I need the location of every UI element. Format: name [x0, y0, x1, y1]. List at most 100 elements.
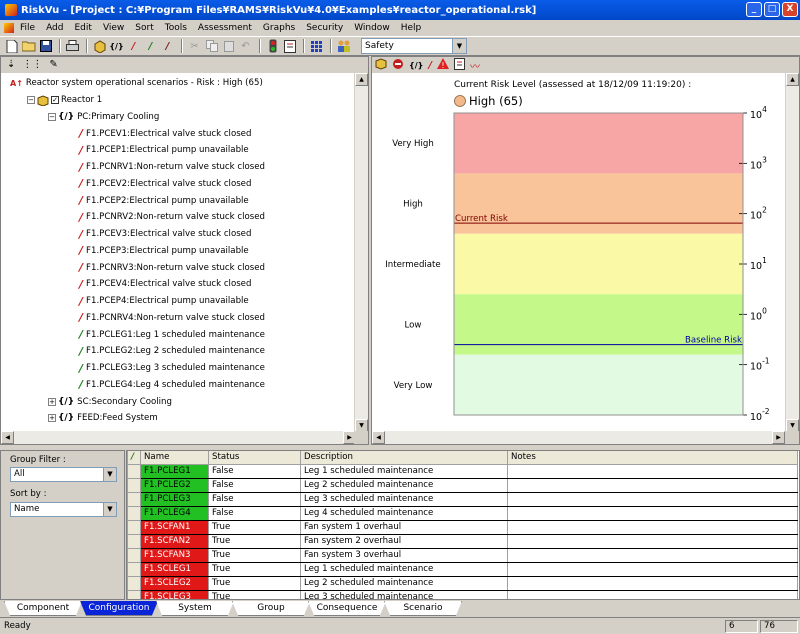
cell-notes[interactable] — [507, 519, 798, 535]
cell-notes[interactable] — [507, 477, 798, 493]
component-icon[interactable] — [375, 57, 387, 73]
collapse-icon[interactable]: − — [48, 112, 56, 121]
tree-grid-icon[interactable]: ⋮⋮ — [22, 59, 42, 70]
menu-edit[interactable]: Edit — [75, 23, 92, 33]
cell-name[interactable]: F1.SCLEG2 — [140, 575, 209, 591]
menu-sort[interactable]: Sort — [135, 23, 153, 33]
cell-name[interactable]: F1.SCFAN2 — [140, 533, 209, 549]
table-row[interactable]: F1.SCLEG3 True Leg 3 scheduled maintenance — [127, 589, 798, 599]
cell-description[interactable]: Fan system 1 overhaul — [300, 519, 508, 535]
report-icon[interactable] — [282, 39, 297, 54]
row-header-cell[interactable] — [127, 533, 141, 549]
tree-group-node[interactable]: − ✓ Reactor 1 — [1, 92, 356, 109]
tree-item[interactable]: / F1.PCNRV2:Non-return valve stuck closed — [1, 209, 356, 226]
tree-item[interactable]: / F1.PCLEG3:Leg 3 scheduled maintenance — [1, 360, 356, 377]
table-row[interactable]: F1.SCLEG1 True Leg 1 scheduled maintenance — [127, 561, 798, 577]
cell-status[interactable]: False — [208, 463, 301, 479]
tree-item[interactable]: / F1.PCNRV4:Non-return valve stuck closed — [1, 310, 356, 327]
tree-horizontal-scrollbar[interactable]: ◀ ▶ — [1, 431, 356, 444]
close-button[interactable]: X — [782, 2, 798, 17]
cell-name[interactable]: F1.PCLEG1 — [140, 463, 209, 479]
menu-window[interactable]: Window — [354, 23, 390, 33]
tree-edit-icon[interactable]: ✎ — [49, 59, 57, 70]
undo-icon[interactable]: ↶ — [238, 39, 253, 54]
failure-dark-icon[interactable]: / — [160, 39, 175, 54]
warning-icon[interactable]: ! — [436, 58, 449, 72]
menu-tools[interactable]: Tools — [165, 23, 187, 33]
table-row[interactable]: F1.PCLEG3 False Leg 3 scheduled maintenanc… — [127, 491, 798, 507]
column-header-description[interactable]: Description — [300, 451, 508, 465]
cell-description[interactable]: Fan system 3 overhaul — [300, 547, 508, 563]
maintenance-green-icon[interactable]: / — [143, 39, 158, 54]
menu-view[interactable]: View — [103, 23, 124, 33]
tree-item[interactable]: / F1.PCLEG4:Leg 4 scheduled maintenance — [1, 377, 356, 394]
row-header-cell[interactable] — [127, 505, 141, 521]
row-header-cell[interactable] — [127, 463, 141, 479]
cell-description[interactable]: Leg 1 scheduled maintenance — [300, 463, 508, 479]
cell-status[interactable]: True — [208, 561, 301, 577]
cell-name[interactable]: F1.SCLEG3 — [140, 589, 209, 599]
maximize-button[interactable]: □ — [764, 2, 780, 17]
cell-description[interactable]: Leg 3 scheduled maintenance — [300, 589, 508, 599]
cell-status[interactable]: False — [208, 491, 301, 507]
scroll-left-icon[interactable]: ◀ — [372, 431, 385, 444]
table-row[interactable]: F1.PCLEG1 False Leg 1 scheduled maintenanc… — [127, 463, 798, 479]
table-row[interactable]: F1.SCFAN1 True Fan system 1 overhaul — [127, 519, 798, 535]
users-icon[interactable] — [336, 39, 351, 54]
column-header-name[interactable]: Name — [140, 451, 209, 465]
tab-group[interactable]: Group — [232, 601, 310, 616]
cell-notes[interactable] — [507, 575, 798, 591]
scroll-up-icon[interactable]: ▲ — [786, 73, 799, 86]
cell-notes[interactable] — [507, 589, 798, 599]
tree-item[interactable]: / F1.PCEP1:Electrical pump unavailable — [1, 142, 356, 159]
cell-status[interactable]: True — [208, 547, 301, 563]
row-header-cell[interactable] — [127, 491, 141, 507]
tree-item[interactable]: / F1.PCNRV1:Non-return valve stuck closed — [1, 159, 356, 176]
expand-icon[interactable]: + — [48, 414, 56, 423]
cell-description[interactable]: Leg 1 scheduled maintenance — [300, 561, 508, 577]
scroll-up-icon[interactable]: ▲ — [355, 73, 368, 86]
cell-status[interactable]: True — [208, 575, 301, 591]
chevron-down-icon[interactable]: ▼ — [103, 503, 116, 516]
group-icon[interactable]: {/} — [409, 61, 423, 70]
row-header-cell[interactable] — [127, 561, 141, 577]
cell-description[interactable]: Leg 2 scheduled maintenance — [300, 575, 508, 591]
report-icon[interactable] — [453, 57, 465, 73]
app-icon[interactable] — [5, 4, 17, 16]
row-header-cell[interactable] — [127, 477, 141, 493]
cell-name[interactable]: F1.PCLEG4 — [140, 505, 209, 521]
risk-vertical-scrollbar[interactable]: ▲ ▼ — [785, 73, 799, 432]
cell-description[interactable]: Leg 3 scheduled maintenance — [300, 491, 508, 507]
tree-item[interactable]: / F1.PCEV3:Electrical valve stuck closed — [1, 226, 356, 243]
row-header-cell[interactable] — [127, 575, 141, 591]
cell-notes[interactable] — [507, 533, 798, 549]
cell-name[interactable]: F1.SCFAN1 — [140, 519, 209, 535]
tab-consequence[interactable]: Consequence — [308, 601, 386, 616]
table-row[interactable]: F1.SCFAN3 True Fan system 3 overhaul — [127, 547, 798, 563]
menu-file[interactable]: File — [20, 23, 35, 33]
expand-tree-icon[interactable]: ⇣ — [7, 59, 15, 70]
tab-configuration[interactable]: Configuration — [80, 601, 158, 616]
scroll-right-icon[interactable]: ▶ — [772, 431, 785, 444]
table-row[interactable]: F1.PCLEG4 False Leg 4 scheduled maintenanc… — [127, 505, 798, 521]
open-folder-icon[interactable] — [21, 39, 36, 54]
tree-root[interactable]: A↑ Reactor system operational scenarios … — [1, 75, 356, 92]
cell-name[interactable]: F1.SCFAN3 — [140, 547, 209, 563]
row-header-cell[interactable] — [127, 547, 141, 563]
minimize-button[interactable]: _ — [746, 2, 762, 17]
menu-assessment[interactable]: Assessment — [198, 23, 252, 33]
print-icon[interactable] — [65, 39, 80, 54]
menu-graphs[interactable]: Graphs — [263, 23, 295, 33]
row-header-cell[interactable] — [127, 589, 141, 599]
tree-item[interactable]: / F1.PCEV4:Electrical valve stuck closed — [1, 276, 356, 293]
menu-security[interactable]: Security — [306, 23, 343, 33]
stop-icon[interactable] — [392, 58, 404, 73]
copy-icon[interactable] — [204, 39, 219, 54]
table-row[interactable]: F1.PCLEG2 False Leg 2 scheduled maintenanc… — [127, 477, 798, 493]
tree-item[interactable]: / F1.PCEP3:Electrical pump unavailable — [1, 243, 356, 260]
new-file-icon[interactable] — [4, 39, 19, 54]
cell-notes[interactable] — [507, 547, 798, 563]
scroll-left-icon[interactable]: ◀ — [1, 431, 14, 444]
group-filter-select[interactable]: All ▼ — [10, 467, 117, 482]
cell-description[interactable]: Leg 2 scheduled maintenance — [300, 477, 508, 493]
